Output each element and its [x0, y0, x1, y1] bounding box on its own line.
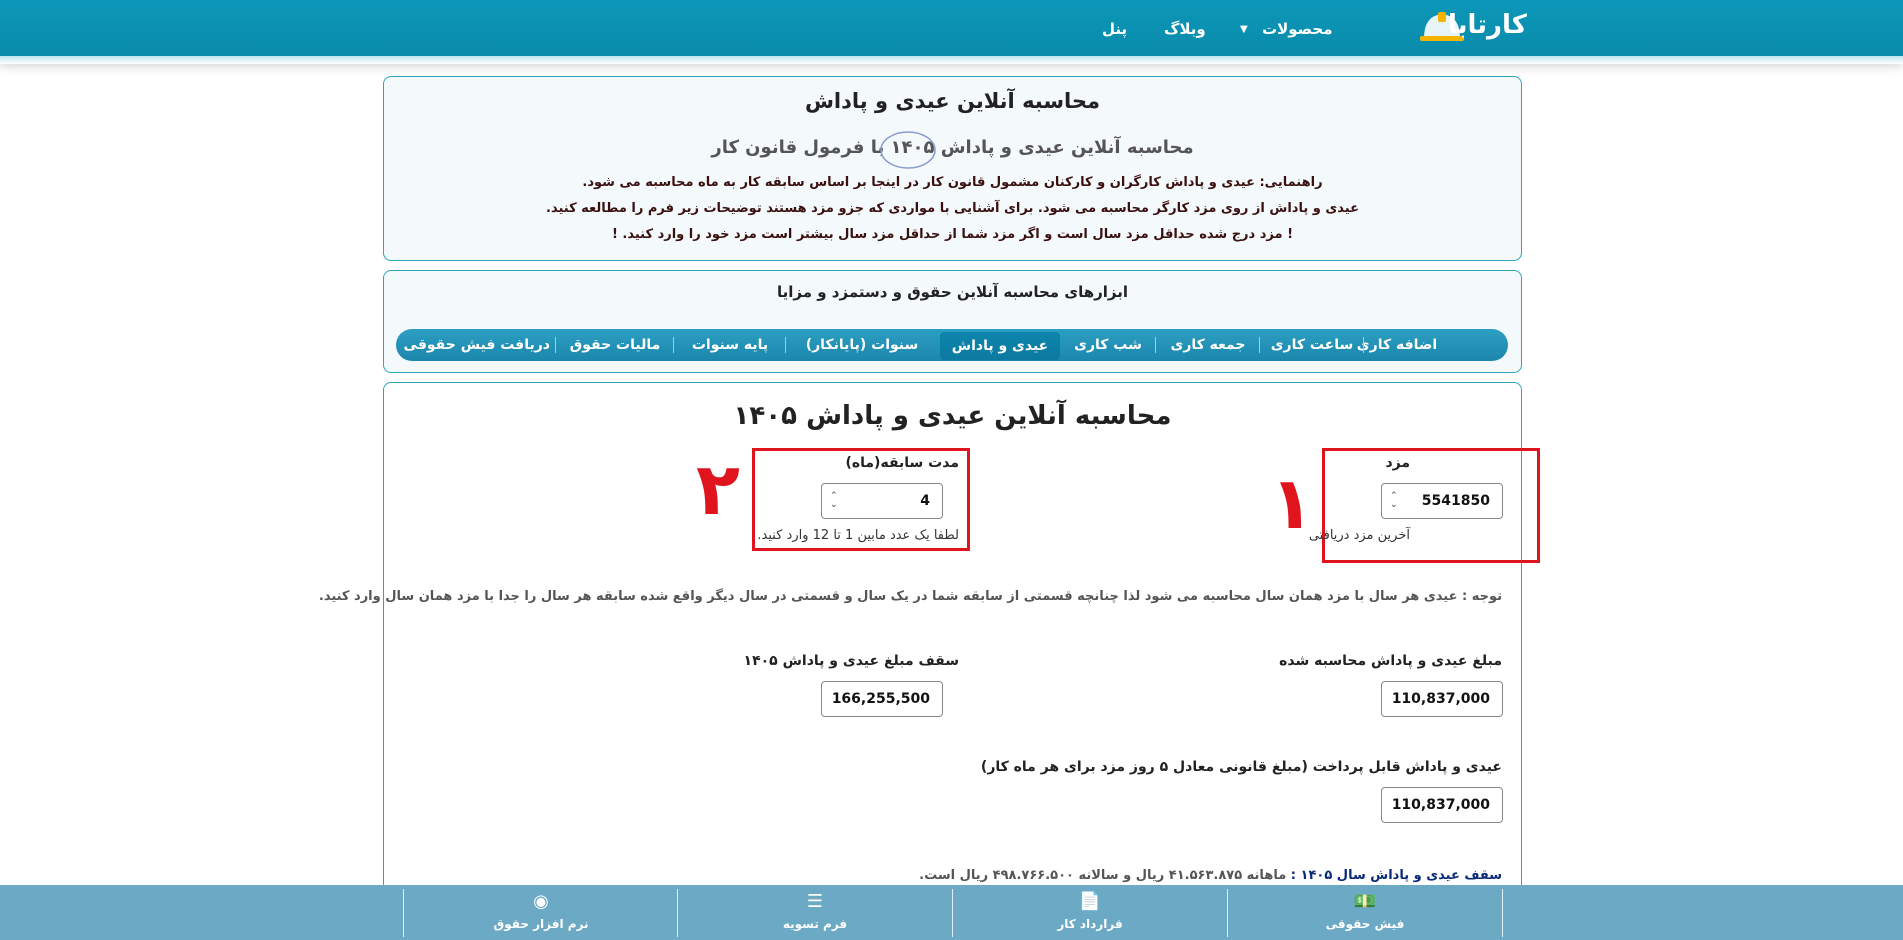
list-icon: ☰	[806, 891, 824, 912]
nav-products[interactable]: محصولات	[1262, 20, 1333, 38]
ceiling-values: ماهانه ۴۱.۵۶۳.۸۷۵ ریال و سالانه ۴۹۸.۷۶۶.…	[919, 868, 1287, 883]
tab-separator	[785, 337, 786, 353]
document-icon: 📄	[1078, 891, 1102, 912]
ceiling-prefix: سقف عیدی و پاداش سال ۱۴۰۵ :	[1290, 868, 1502, 883]
intro-subtitle: محاسبه آنلاین عیدی و پاداش ۱۴۰۵ با فرمول…	[711, 137, 1194, 158]
footer-payslip-label: فیش حقوقی	[1325, 917, 1405, 931]
calculated-bonus-label: مبلغ عیدی و پاداش محاسبه شده	[1279, 653, 1502, 669]
footer-settlement-button[interactable]: ☰ فرم تسویه	[678, 885, 952, 940]
tab-salary-tax[interactable]: مالیات حقوق	[562, 329, 668, 361]
tools-panel: ابزارهای محاسبه آنلاین حقوق و دستمزد و م…	[383, 270, 1522, 373]
tab-separator	[673, 337, 674, 353]
disc-icon: ◉	[533, 891, 549, 912]
footer-contract-button[interactable]: 📄 قرارداد کار	[953, 885, 1227, 940]
nav-blog[interactable]: وبلاگ	[1164, 20, 1206, 38]
footer-separator	[1502, 889, 1503, 937]
intro-panel: محاسبه آنلاین عیدی و پاداش محاسبه آنلاین…	[383, 76, 1522, 261]
tab-seniority-base[interactable]: پایه سنوات	[680, 329, 780, 361]
tab-separator	[555, 337, 556, 353]
wage-label: مزد	[1385, 455, 1410, 471]
spinner-arrows-icon[interactable]: ⌃ ⌄	[830, 492, 838, 510]
circle-highlight-icon	[880, 131, 936, 169]
intro-title: محاسبه آنلاین عیدی و پاداش	[804, 89, 1101, 113]
wage-input[interactable]: 5541850 ⌃ ⌄	[1381, 483, 1503, 519]
bonus-cap-output[interactable]: 166,255,500	[821, 681, 943, 717]
footer-software-label: نرم افزار حقوق	[493, 917, 589, 931]
bonus-cap-label: سقف مبلغ عیدی و پاداش ۱۴۰۵	[743, 653, 959, 669]
tools-title: ابزارهای محاسبه آنلاین حقوق و دستمزد و م…	[777, 283, 1128, 301]
guide-line-2: عیدی و پاداش از روی مزد کارگر محاسبه می …	[546, 201, 1359, 216]
guide-line-1: راهنمایی: عیدی و پاداش کارگران و کارکنان…	[582, 175, 1323, 190]
annotation-number-2: ۲	[696, 447, 740, 531]
service-months-input[interactable]: 4 ⌃ ⌄	[821, 483, 943, 519]
tab-overtime[interactable]: اضافه کاری	[1352, 329, 1442, 361]
tab-separator	[1259, 337, 1260, 353]
calculated-bonus-output[interactable]: 110,837,000	[1381, 681, 1503, 717]
annual-ceiling-text: سقف عیدی و پاداش سال ۱۴۰۵ : ماهانه ۴۱.۵۶…	[919, 868, 1502, 883]
logo-text[interactable]: کارتابا	[1448, 10, 1528, 40]
bottom-toolbar: 💵 فیش حقوقی 📄 قرارداد کار ☰ فرم تسویه ◉ …	[0, 885, 1903, 940]
annotation-number-1: ۱	[1270, 461, 1314, 545]
payable-bonus-label: عیدی و پاداش قابل پرداخت (مبلغ قانونی مع…	[980, 759, 1502, 775]
wage-value: 5541850	[1421, 493, 1490, 509]
tab-work-hours[interactable]: ساعت کاری	[1266, 329, 1358, 361]
tab-severance[interactable]: سنوات (پایانکار)	[792, 329, 932, 361]
nav-panel[interactable]: پنل	[1102, 20, 1127, 38]
tab-separator	[1363, 337, 1364, 353]
chevron-down-icon[interactable]: ▼	[1240, 24, 1248, 35]
service-value: 4	[920, 493, 930, 509]
wage-hint: آخرین مزد دریافتی	[1308, 528, 1410, 543]
calculator-panel: محاسبه آنلاین عیدی و پاداش ۱۴۰۵ ۱ مزد 55…	[319, 382, 1540, 902]
tab-friday-work[interactable]: جمعه کاری	[1162, 329, 1254, 361]
footer-payslip-button[interactable]: 💵 فیش حقوقی	[1228, 885, 1502, 940]
footer-software-button[interactable]: ◉ نرم افزار حقوق	[404, 885, 678, 940]
top-navbar: کارتابا محصولات ▼ وبلاگ پنل	[0, 0, 1903, 60]
payable-bonus-output[interactable]: 110,837,000	[1381, 787, 1503, 823]
service-hint: لطفا یک عدد مابین 1 تا 12 وارد کنید.	[757, 528, 959, 543]
tab-bonus[interactable]: عیدی و پاداش	[940, 332, 1060, 360]
header-shadow-strip	[0, 56, 1903, 64]
tab-separator	[1155, 337, 1156, 353]
tab-night-work[interactable]: شب کاری	[1066, 329, 1150, 361]
guide-line-3: ! مزد درج شده حداقل مزد سال است و اگر مز…	[611, 227, 1294, 242]
footer-settlement-label: فرم تسویه	[782, 917, 848, 931]
footer-contract-label: قرارداد کار	[1057, 917, 1123, 931]
tab-payslip[interactable]: دریافت فیش حقوقی	[404, 329, 550, 361]
calculator-title: محاسبه آنلاین عیدی و پاداش ۱۴۰۵	[733, 401, 1172, 431]
spinner-arrows-icon[interactable]: ⌃ ⌄	[1390, 492, 1398, 510]
notice-text: توجه : عیدی هر سال با مزد همان سال محاسب…	[318, 589, 1502, 604]
service-label: مدت سابقه(ماه)	[845, 455, 959, 471]
money-bill-icon: 💵	[1353, 891, 1377, 912]
tools-tabbar: اضافه کاری ساعت کاری جمعه کاری شب کاری ع…	[396, 329, 1508, 361]
